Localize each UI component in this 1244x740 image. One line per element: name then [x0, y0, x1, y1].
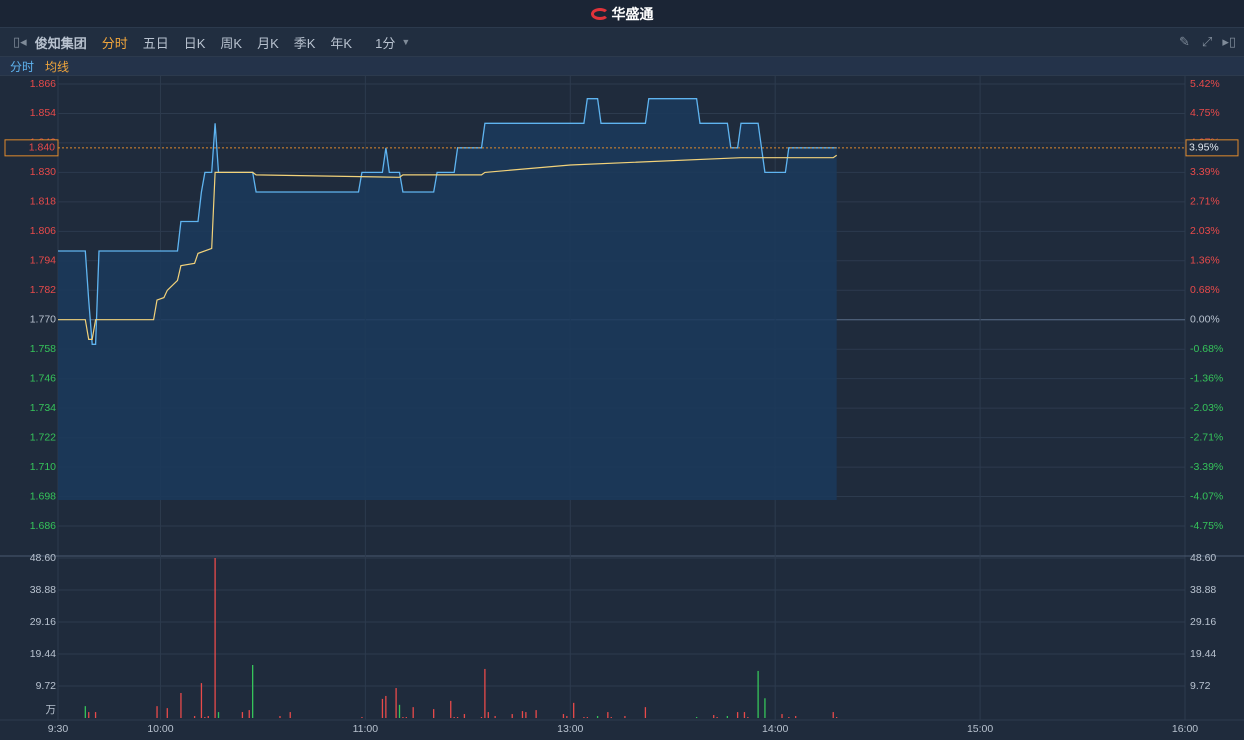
- pct-axis-label: 0.68%: [1190, 284, 1220, 296]
- price-axis-label: 1.746: [30, 372, 56, 384]
- pct-axis-label: 3.39%: [1190, 166, 1220, 178]
- pct-axis-label: -4.75%: [1190, 520, 1223, 532]
- time-axis-label: 16:00: [1172, 723, 1198, 735]
- price-axis-label: 1.734: [30, 402, 56, 414]
- pct-axis-label: -1.36%: [1190, 372, 1223, 384]
- time-axis-label: 10:00: [147, 723, 173, 735]
- pct-axis-label: -4.07%: [1190, 490, 1223, 502]
- pct-axis-label: -2.71%: [1190, 431, 1223, 443]
- price-axis-label: 1.710: [30, 461, 56, 473]
- intraday-chart[interactable]: 1.8665.42%1.8544.75%1.8424.07%1.8303.39%…: [0, 0, 1244, 740]
- volume-axis-label-right: 19.44: [1190, 648, 1216, 660]
- time-axis-label: 13:00: [557, 723, 583, 735]
- volume-axis-label-right: 48.60: [1190, 552, 1216, 564]
- pct-axis-label: 5.42%: [1190, 78, 1220, 90]
- time-axis-label: 15:00: [967, 723, 993, 735]
- price-axis-label: 1.770: [30, 314, 56, 326]
- price-axis-label: 1.830: [30, 166, 56, 178]
- cursor-price-label: 1.840: [29, 142, 55, 154]
- time-axis-label: 14:00: [762, 723, 788, 735]
- volume-axis-label: 19.44: [30, 648, 56, 660]
- price-axis-label: 1.722: [30, 431, 56, 443]
- pct-axis-label: -0.68%: [1190, 343, 1223, 355]
- price-axis-label: 1.686: [30, 520, 56, 532]
- price-axis-label: 1.866: [30, 78, 56, 90]
- volume-axis-label: 9.72: [36, 680, 57, 692]
- pct-axis-label: 0.00%: [1190, 314, 1220, 326]
- pct-axis-label: 4.75%: [1190, 107, 1220, 119]
- cursor-pct-label: 3.95%: [1189, 142, 1219, 154]
- price-axis-label: 1.806: [30, 225, 56, 237]
- pct-axis-label: 2.71%: [1190, 196, 1220, 208]
- volume-axis-label-right: 29.16: [1190, 616, 1216, 628]
- time-axis-label: 9:30: [48, 723, 69, 735]
- pct-axis-label: 2.03%: [1190, 225, 1220, 237]
- volume-axis-label-right: 38.88: [1190, 584, 1216, 596]
- price-axis-label: 1.758: [30, 343, 56, 355]
- volume-axis-label: 48.60: [30, 552, 56, 564]
- price-axis-label: 1.794: [30, 255, 56, 267]
- price-axis-label: 1.854: [30, 107, 56, 119]
- price-axis-label: 1.698: [30, 490, 56, 502]
- volume-unit-label: 万: [46, 704, 57, 716]
- volume-axis-label-right: 9.72: [1190, 680, 1211, 692]
- volume-axis-label: 38.88: [30, 584, 56, 596]
- price-axis-label: 1.782: [30, 284, 56, 296]
- pct-axis-label: 1.36%: [1190, 255, 1220, 267]
- volume-axis-label: 29.16: [30, 616, 56, 628]
- price-axis-label: 1.818: [30, 196, 56, 208]
- time-axis-label: 11:00: [353, 723, 379, 735]
- pct-axis-label: -2.03%: [1190, 402, 1223, 414]
- pct-axis-label: -3.39%: [1190, 461, 1223, 473]
